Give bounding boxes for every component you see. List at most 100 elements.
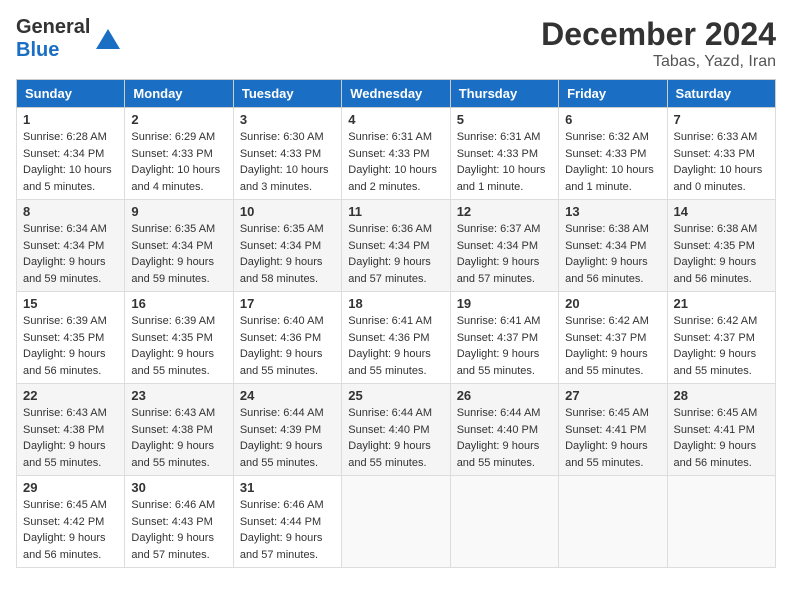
logo-general: General (16, 16, 90, 38)
daylight: Daylight: 9 hours and 58 minutes. (240, 256, 323, 285)
sunrise: Sunrise: 6:31 AM (348, 131, 432, 143)
weekday-header-friday: Friday (559, 80, 667, 108)
calendar-cell: 17 Sunrise: 6:40 AM Sunset: 4:36 PM Dayl… (233, 292, 341, 384)
day-info: Sunrise: 6:33 AM Sunset: 4:33 PM Dayligh… (674, 129, 769, 195)
calendar-week-2: 8 Sunrise: 6:34 AM Sunset: 4:34 PM Dayli… (17, 200, 776, 292)
sunset: Sunset: 4:39 PM (240, 424, 321, 436)
calendar-cell: 28 Sunrise: 6:45 AM Sunset: 4:41 PM Dayl… (667, 384, 775, 476)
daylight: Daylight: 9 hours and 55 minutes. (240, 348, 323, 377)
day-number: 6 (565, 112, 660, 127)
sunset: Sunset: 4:34 PM (457, 240, 538, 252)
day-number: 20 (565, 296, 660, 311)
day-number: 1 (23, 112, 118, 127)
sunrise: Sunrise: 6:29 AM (131, 131, 215, 143)
calendar-cell: 15 Sunrise: 6:39 AM Sunset: 4:35 PM Dayl… (17, 292, 125, 384)
daylight: Daylight: 9 hours and 55 minutes. (240, 440, 323, 469)
day-info: Sunrise: 6:32 AM Sunset: 4:33 PM Dayligh… (565, 129, 660, 195)
day-number: 29 (23, 480, 118, 495)
day-info: Sunrise: 6:41 AM Sunset: 4:36 PM Dayligh… (348, 313, 443, 379)
sunrise: Sunrise: 6:40 AM (240, 315, 324, 327)
daylight: Daylight: 9 hours and 56 minutes. (565, 256, 648, 285)
day-number: 19 (457, 296, 552, 311)
day-info: Sunrise: 6:43 AM Sunset: 4:38 PM Dayligh… (23, 405, 118, 471)
sunrise: Sunrise: 6:45 AM (565, 407, 649, 419)
sunrise: Sunrise: 6:37 AM (457, 223, 541, 235)
sunset: Sunset: 4:35 PM (23, 332, 104, 344)
sunrise: Sunrise: 6:35 AM (131, 223, 215, 235)
daylight: Daylight: 9 hours and 56 minutes. (23, 348, 106, 377)
day-number: 25 (348, 388, 443, 403)
page-header: General Blue December 2024 Tabas, Yazd, … (16, 16, 776, 71)
daylight: Daylight: 10 hours and 4 minutes. (131, 164, 220, 193)
sunset: Sunset: 4:40 PM (348, 424, 429, 436)
day-info: Sunrise: 6:44 AM Sunset: 4:40 PM Dayligh… (348, 405, 443, 471)
day-info: Sunrise: 6:35 AM Sunset: 4:34 PM Dayligh… (131, 221, 226, 287)
weekday-header-saturday: Saturday (667, 80, 775, 108)
calendar-cell: 29 Sunrise: 6:45 AM Sunset: 4:42 PM Dayl… (17, 476, 125, 568)
calendar-cell: 14 Sunrise: 6:38 AM Sunset: 4:35 PM Dayl… (667, 200, 775, 292)
day-number: 16 (131, 296, 226, 311)
sunset: Sunset: 4:37 PM (674, 332, 755, 344)
weekday-header-sunday: Sunday (17, 80, 125, 108)
sunrise: Sunrise: 6:36 AM (348, 223, 432, 235)
sunrise: Sunrise: 6:30 AM (240, 131, 324, 143)
calendar-cell: 30 Sunrise: 6:46 AM Sunset: 4:43 PM Dayl… (125, 476, 233, 568)
day-number: 5 (457, 112, 552, 127)
day-info: Sunrise: 6:46 AM Sunset: 4:44 PM Dayligh… (240, 497, 335, 563)
sunrise: Sunrise: 6:42 AM (565, 315, 649, 327)
logo-text: General Blue (16, 16, 90, 62)
day-number: 2 (131, 112, 226, 127)
sunrise: Sunrise: 6:34 AM (23, 223, 107, 235)
daylight: Daylight: 10 hours and 0 minutes. (674, 164, 763, 193)
day-number: 21 (674, 296, 769, 311)
daylight: Daylight: 9 hours and 57 minutes. (131, 532, 214, 561)
calendar-week-5: 29 Sunrise: 6:45 AM Sunset: 4:42 PM Dayl… (17, 476, 776, 568)
day-info: Sunrise: 6:45 AM Sunset: 4:42 PM Dayligh… (23, 497, 118, 563)
logo-icon (94, 25, 122, 53)
daylight: Daylight: 10 hours and 1 minute. (565, 164, 654, 193)
day-number: 13 (565, 204, 660, 219)
calendar-table: SundayMondayTuesdayWednesdayThursdayFrid… (16, 79, 776, 568)
calendar-cell: 27 Sunrise: 6:45 AM Sunset: 4:41 PM Dayl… (559, 384, 667, 476)
title-block: December 2024 Tabas, Yazd, Iran (541, 16, 776, 71)
daylight: Daylight: 9 hours and 55 minutes. (131, 348, 214, 377)
daylight: Daylight: 9 hours and 57 minutes. (348, 256, 431, 285)
sunrise: Sunrise: 6:44 AM (348, 407, 432, 419)
sunset: Sunset: 4:33 PM (674, 148, 755, 160)
daylight: Daylight: 10 hours and 3 minutes. (240, 164, 329, 193)
day-number: 12 (457, 204, 552, 219)
calendar-cell (342, 476, 450, 568)
day-number: 22 (23, 388, 118, 403)
sunrise: Sunrise: 6:43 AM (23, 407, 107, 419)
calendar-cell: 20 Sunrise: 6:42 AM Sunset: 4:37 PM Dayl… (559, 292, 667, 384)
calendar-cell: 4 Sunrise: 6:31 AM Sunset: 4:33 PM Dayli… (342, 108, 450, 200)
sunset: Sunset: 4:33 PM (131, 148, 212, 160)
calendar-cell: 8 Sunrise: 6:34 AM Sunset: 4:34 PM Dayli… (17, 200, 125, 292)
calendar-cell: 21 Sunrise: 6:42 AM Sunset: 4:37 PM Dayl… (667, 292, 775, 384)
sunset: Sunset: 4:34 PM (23, 240, 104, 252)
logo-blue: Blue (16, 39, 59, 61)
sunset: Sunset: 4:35 PM (674, 240, 755, 252)
sunrise: Sunrise: 6:28 AM (23, 131, 107, 143)
day-number: 31 (240, 480, 335, 495)
sunset: Sunset: 4:36 PM (240, 332, 321, 344)
calendar-cell: 22 Sunrise: 6:43 AM Sunset: 4:38 PM Dayl… (17, 384, 125, 476)
day-info: Sunrise: 6:31 AM Sunset: 4:33 PM Dayligh… (457, 129, 552, 195)
sunrise: Sunrise: 6:35 AM (240, 223, 324, 235)
day-number: 8 (23, 204, 118, 219)
daylight: Daylight: 9 hours and 56 minutes. (674, 440, 757, 469)
calendar-cell: 3 Sunrise: 6:30 AM Sunset: 4:33 PM Dayli… (233, 108, 341, 200)
day-number: 30 (131, 480, 226, 495)
day-info: Sunrise: 6:46 AM Sunset: 4:43 PM Dayligh… (131, 497, 226, 563)
day-info: Sunrise: 6:31 AM Sunset: 4:33 PM Dayligh… (348, 129, 443, 195)
weekday-header-wednesday: Wednesday (342, 80, 450, 108)
sunset: Sunset: 4:42 PM (23, 516, 104, 528)
day-info: Sunrise: 6:39 AM Sunset: 4:35 PM Dayligh… (131, 313, 226, 379)
sunset: Sunset: 4:34 PM (240, 240, 321, 252)
weekday-header-tuesday: Tuesday (233, 80, 341, 108)
day-info: Sunrise: 6:28 AM Sunset: 4:34 PM Dayligh… (23, 129, 118, 195)
calendar-cell: 13 Sunrise: 6:38 AM Sunset: 4:34 PM Dayl… (559, 200, 667, 292)
calendar-week-3: 15 Sunrise: 6:39 AM Sunset: 4:35 PM Dayl… (17, 292, 776, 384)
day-info: Sunrise: 6:45 AM Sunset: 4:41 PM Dayligh… (674, 405, 769, 471)
calendar-cell: 26 Sunrise: 6:44 AM Sunset: 4:40 PM Dayl… (450, 384, 558, 476)
